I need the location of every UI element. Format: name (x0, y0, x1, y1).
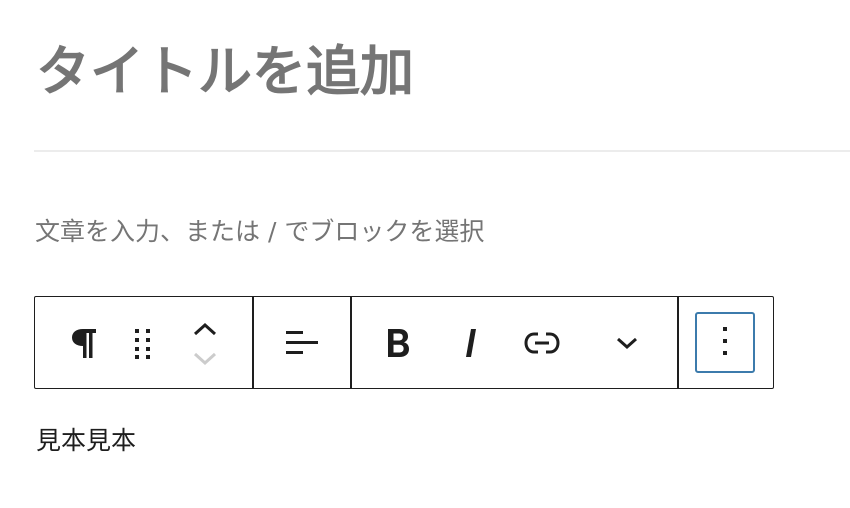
post-title-input[interactable]: タイトルを追加 (36, 36, 414, 108)
toolbar-group-divider (677, 297, 679, 388)
align-button[interactable] (278, 321, 326, 365)
move-down-button (185, 344, 225, 372)
italic-icon (463, 327, 479, 359)
pilcrow-icon (69, 325, 99, 361)
chevron-down-icon (192, 350, 218, 366)
paragraph-block[interactable]: 見本見本 (36, 424, 136, 458)
chevron-down-icon (615, 335, 639, 351)
link-icon (523, 331, 561, 355)
drag-handle-button[interactable] (123, 321, 163, 365)
chevron-up-icon (192, 321, 218, 337)
toolbar-group-divider (350, 297, 352, 388)
bold-button[interactable] (375, 321, 421, 365)
link-button[interactable] (517, 321, 567, 365)
move-up-button[interactable] (185, 315, 225, 343)
block-options-button[interactable] (695, 312, 755, 373)
italic-button[interactable] (449, 321, 493, 365)
drag-handle-icon (133, 327, 153, 359)
vertical-ellipsis-icon (721, 325, 729, 361)
toolbar-group-divider (252, 297, 254, 388)
bold-icon (385, 327, 411, 359)
block-placeholder-text[interactable]: 文章を入力、または / でブロックを選択 (35, 214, 484, 250)
title-divider (34, 150, 850, 152)
more-formats-button[interactable] (603, 321, 651, 365)
block-type-button[interactable] (59, 321, 109, 365)
align-left-icon (285, 328, 319, 358)
block-toolbar (34, 296, 774, 389)
